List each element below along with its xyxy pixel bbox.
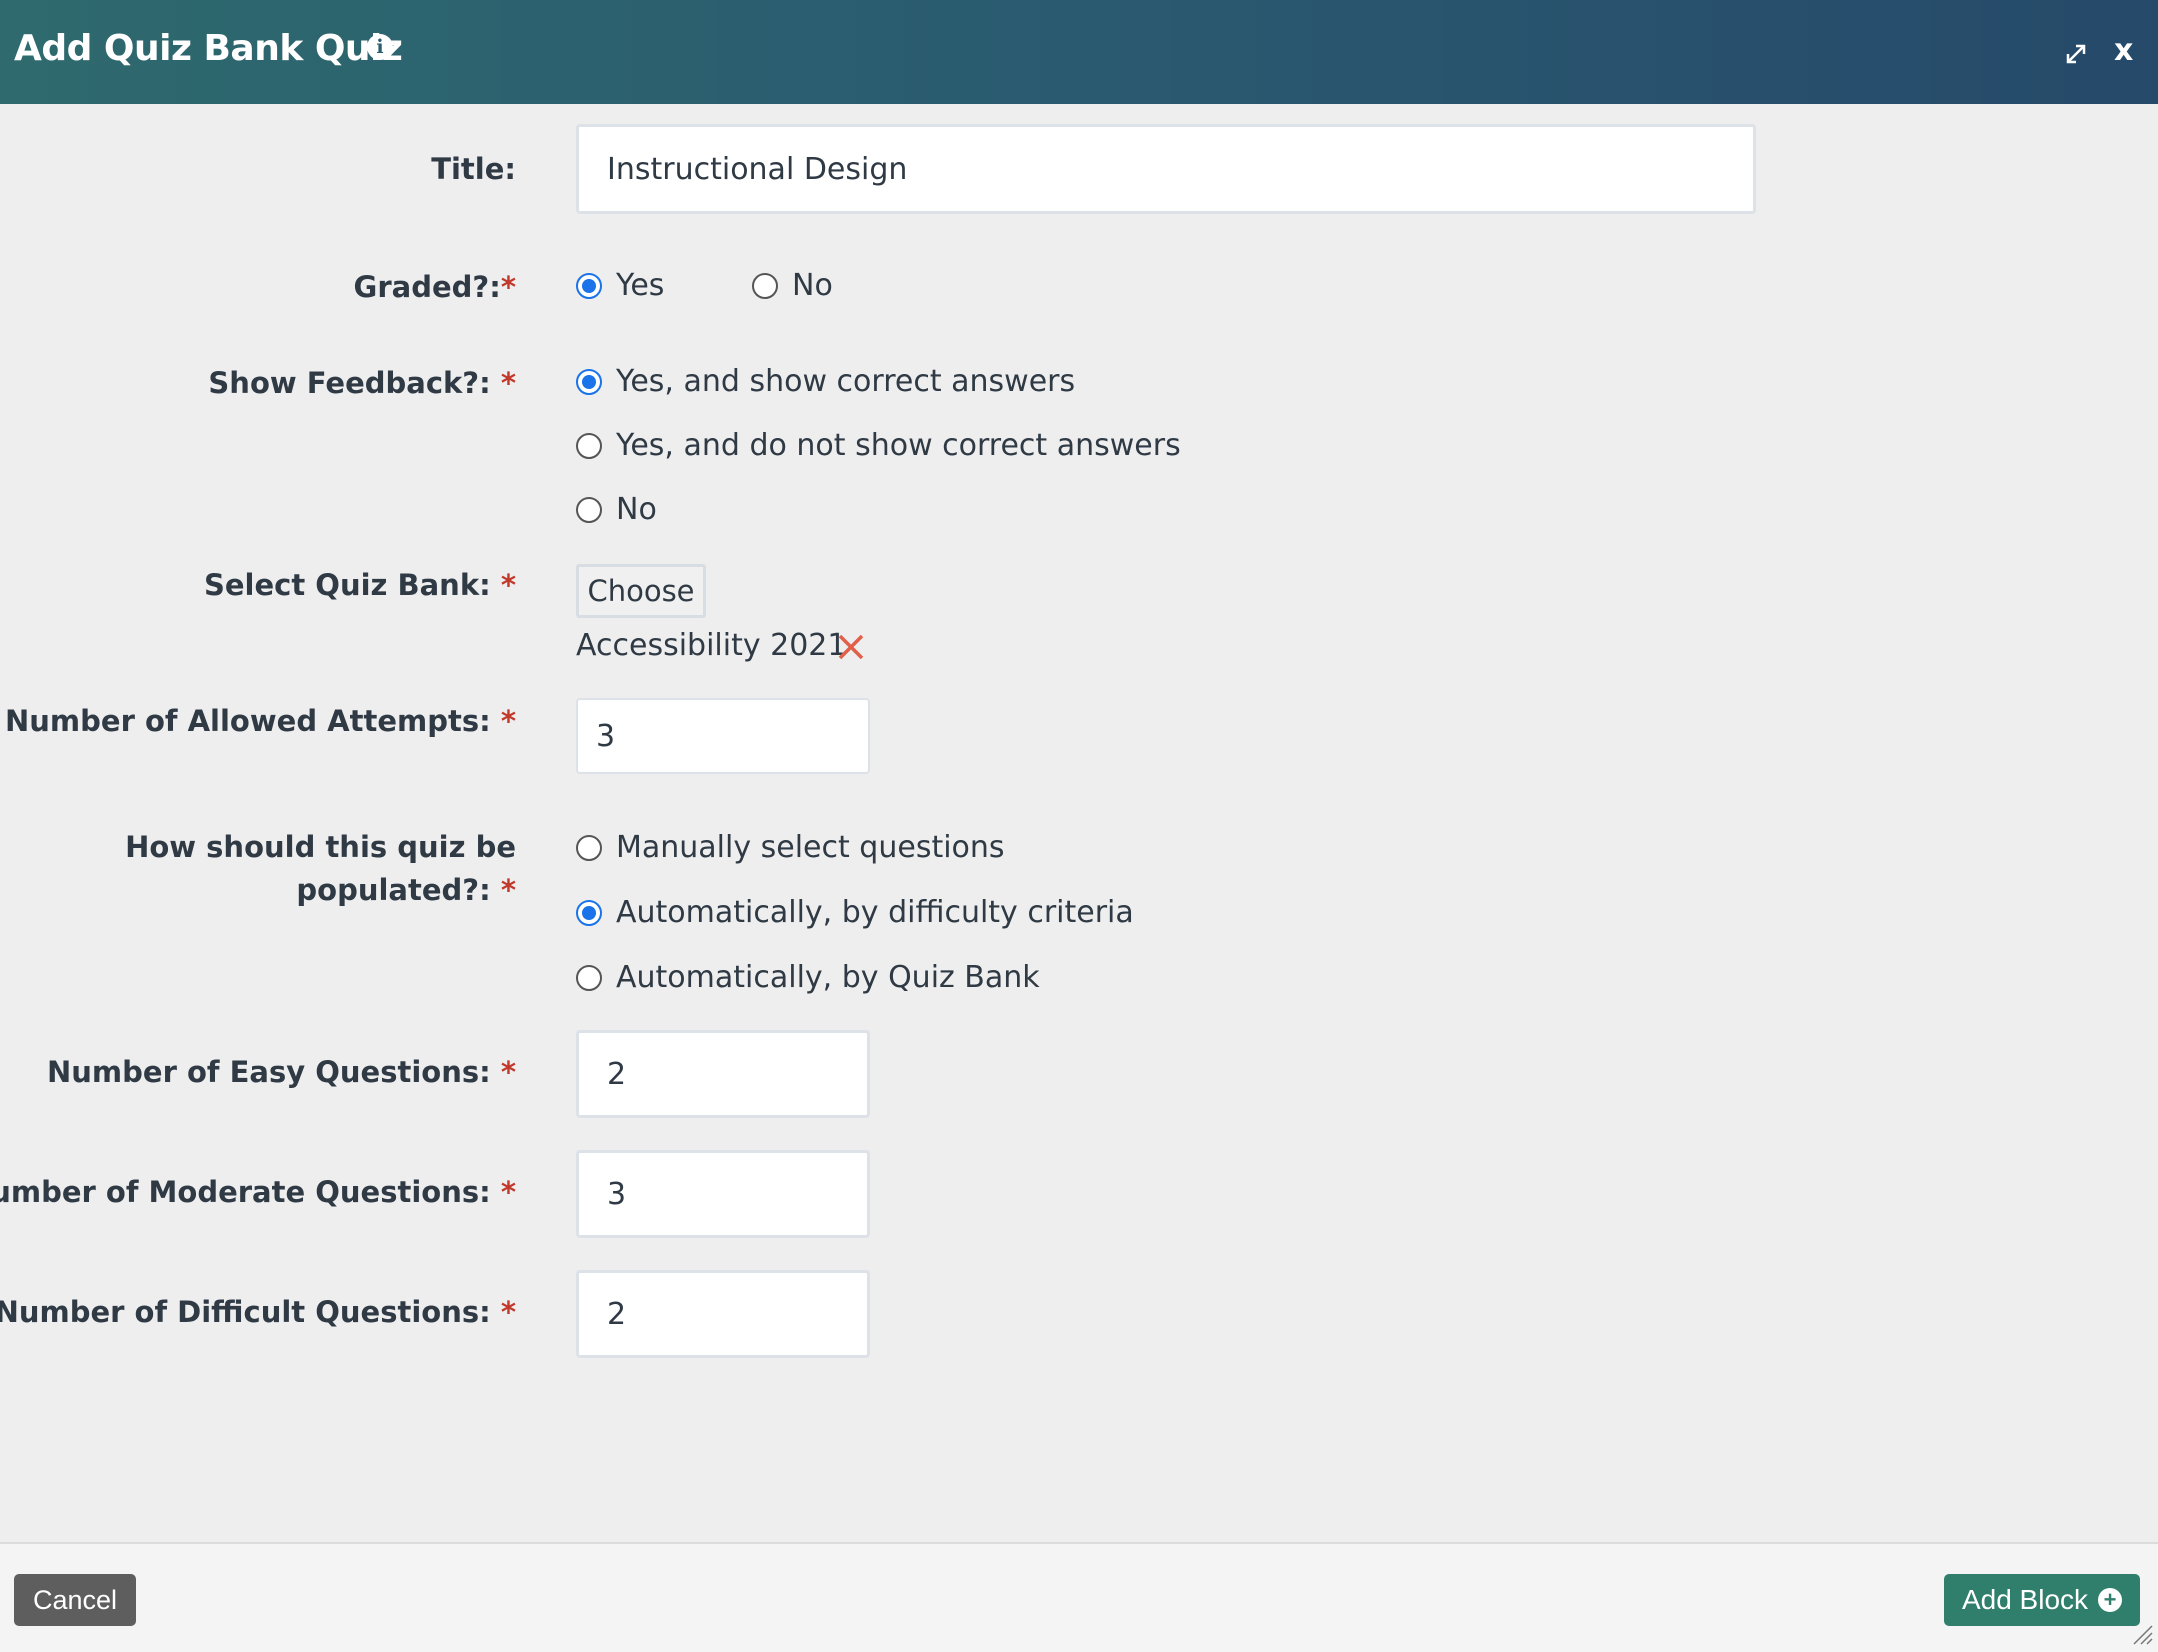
radio-button[interactable]: [576, 834, 602, 861]
option-label: Yes, and show correct answers: [616, 364, 1076, 399]
selected-quiz-bank: Accessibility 2021: [576, 628, 847, 663]
radio-button[interactable]: [576, 899, 602, 926]
option-label: Manually select questions: [616, 830, 1005, 865]
add-block-button[interactable]: Add Block +: [1944, 1574, 2140, 1626]
graded-option-yes[interactable]: Yes: [576, 268, 664, 303]
radio-button[interactable]: [576, 496, 602, 523]
required-marker: *: [500, 873, 516, 907]
dialog-header: Add Quiz Bank Quiz i x: [0, 0, 2158, 104]
radio-button[interactable]: [752, 272, 778, 299]
feedback-option-hide-correct[interactable]: Yes, and do not show correct answers: [576, 428, 1181, 463]
required-marker: *: [500, 568, 516, 602]
option-label: Yes: [616, 268, 665, 303]
populate-option-difficulty[interactable]: Automatically, by difficulty criteria: [576, 895, 1134, 930]
option-label: No: [792, 268, 833, 303]
difficult-questions-label: Number of Difficult Questions: *: [0, 1295, 516, 1329]
cancel-button[interactable]: Cancel: [14, 1574, 136, 1626]
radio-button[interactable]: [576, 368, 602, 395]
required-marker: *: [500, 1175, 516, 1209]
populate-label: How should this quiz be populated?: *: [125, 830, 516, 907]
graded-option-no[interactable]: No: [752, 268, 833, 303]
populate-option-manual[interactable]: Manually select questions: [576, 830, 1005, 865]
add-block-label: Add Block: [1961, 1584, 2089, 1615]
attempts-label: Number of Allowed Attempts: *: [5, 704, 516, 738]
title-input[interactable]: [576, 124, 1756, 214]
feedback-option-show-correct[interactable]: Yes, and show correct answers: [576, 364, 1075, 399]
quiz-bank-label: Select Quiz Bank: *: [203, 568, 516, 602]
moderate-questions-input[interactable]: [576, 1150, 870, 1238]
option-label: Automatically, by difficulty criteria: [616, 895, 1134, 930]
resize-handle-icon[interactable]: [2130, 1622, 2154, 1646]
easy-questions-label: Number of Easy Questions: *: [47, 1055, 516, 1089]
dialog-footer: Cancel Add Block +: [0, 1542, 2158, 1652]
close-icon[interactable]: x: [2114, 36, 2133, 66]
option-label: No: [616, 492, 657, 527]
populate-option-quiz-bank[interactable]: Automatically, by Quiz Bank: [576, 960, 1040, 995]
expand-icon[interactable]: [2062, 40, 2090, 68]
info-icon[interactable]: i: [367, 34, 393, 60]
required-marker: *: [500, 1295, 516, 1329]
easy-questions-input[interactable]: [576, 1030, 870, 1118]
required-marker: *: [500, 704, 516, 738]
radio-button[interactable]: [576, 964, 602, 991]
radio-button[interactable]: [576, 432, 602, 459]
attempts-input[interactable]: [576, 698, 870, 774]
option-label: Automatically, by Quiz Bank: [616, 960, 1040, 995]
choose-quiz-bank-button[interactable]: Choose: [576, 564, 706, 618]
required-marker: *: [500, 1055, 516, 1089]
moderate-questions-label: Number of Moderate Questions: *: [0, 1175, 516, 1209]
graded-label: Graded?:*: [353, 270, 516, 304]
remove-icon[interactable]: [836, 632, 866, 662]
option-label: Yes, and do not show correct answers: [616, 428, 1181, 463]
required-marker: *: [500, 270, 516, 304]
feedback-option-no[interactable]: No: [576, 492, 657, 527]
required-marker: *: [500, 366, 516, 400]
plus-circle-icon: +: [2098, 1588, 2123, 1612]
dialog-title: Add Quiz Bank Quiz: [14, 28, 403, 69]
show-feedback-label: Show Feedback?: *: [208, 366, 516, 400]
title-label: Title:: [431, 152, 516, 186]
radio-button[interactable]: [576, 272, 602, 299]
difficult-questions-input[interactable]: [576, 1270, 870, 1358]
